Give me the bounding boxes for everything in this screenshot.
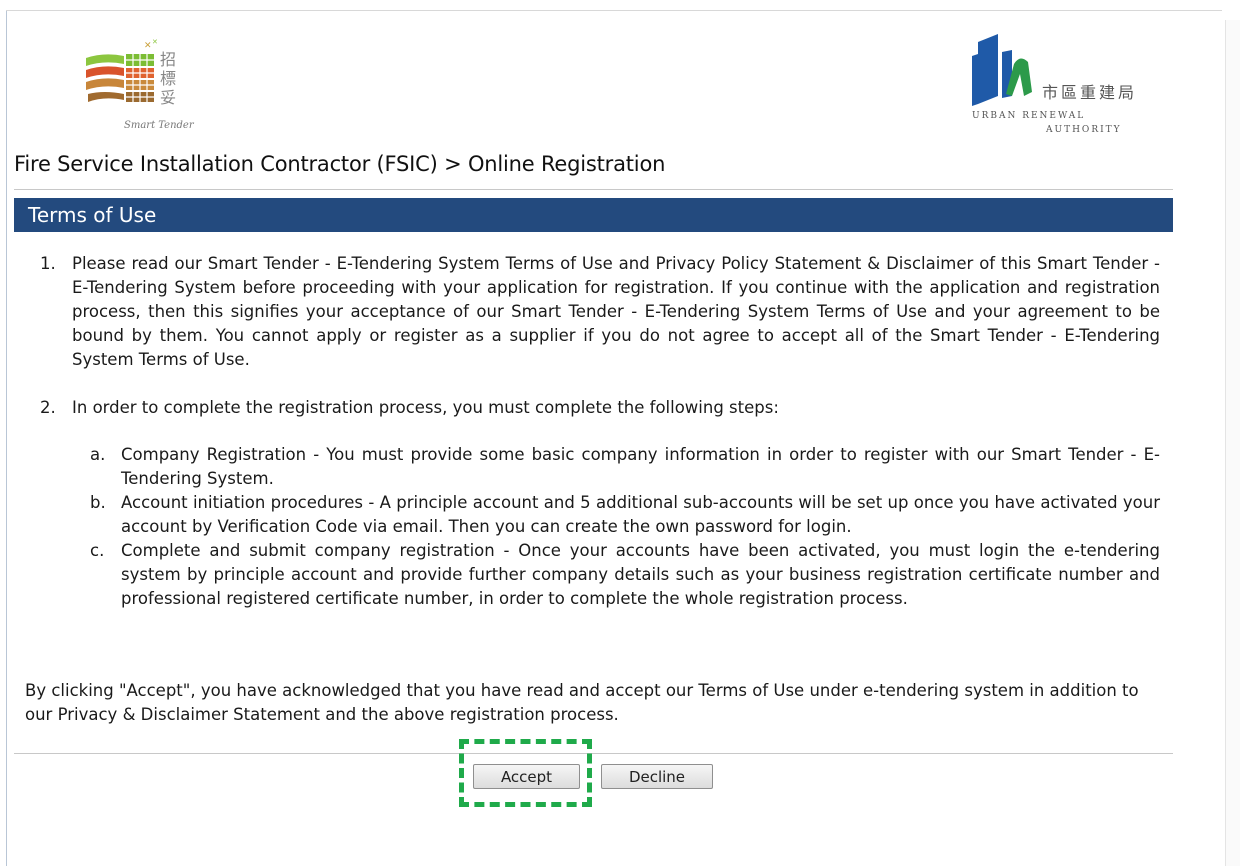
decline-button[interactable]: Decline — [601, 764, 713, 789]
step-letter: a. — [90, 445, 106, 464]
smart-tender-en: Smart Tender — [124, 120, 195, 131]
ura-cn: 市區重建局 — [1042, 83, 1137, 102]
window-top-border — [6, 10, 1222, 11]
bottom-divider — [14, 753, 1173, 754]
step-letter: c. — [90, 541, 105, 560]
terms-item-2: 2. In order to complete the registration… — [30, 396, 1160, 420]
terms-content: 1. Please read our Smart Tender - E-Tend… — [30, 252, 1160, 611]
title-divider — [14, 189, 1173, 190]
item-number: 1. — [40, 254, 56, 273]
terms-section-header: Terms of Use — [14, 198, 1173, 232]
svg-text:✕: ✕ — [144, 41, 152, 51]
terms-item-1: 1. Please read our Smart Tender - E-Tend… — [30, 252, 1160, 372]
step-b: b. Account initiation procedures - A pri… — [30, 491, 1160, 539]
smart-tender-cn-1: 招 — [160, 50, 176, 69]
svg-text:✕: ✕ — [152, 38, 158, 46]
ura-en-1: URBAN RENEWAL — [972, 111, 1085, 121]
step-c: c. Complete and submit company registrat… — [30, 539, 1160, 611]
item-text: In order to complete the registration pr… — [72, 398, 779, 417]
step-text: Complete and submit company registration… — [121, 541, 1160, 608]
page-title: Fire Service Installation Contractor (FS… — [14, 152, 666, 176]
section-title: Terms of Use — [28, 203, 157, 227]
smart-tender-cn-3: 妥 — [160, 88, 176, 107]
accept-highlight-box — [459, 739, 592, 807]
smart-tender-logo: ✕ ✕ 招 標 妥 Smart Tender — [86, 38, 195, 131]
ura-en-2: AUTHORITY — [1045, 125, 1122, 135]
step-text: Account initiation procedures - A princi… — [121, 493, 1160, 536]
step-letter: b. — [90, 493, 106, 512]
acknowledgement-text: By clicking "Accept", you have acknowled… — [25, 681, 1139, 724]
ura-logo: 市區重建局 URBAN RENEWAL AUTHORITY — [972, 34, 1137, 135]
window-left-border — [0, 10, 7, 866]
vertical-scrollbar[interactable] — [1225, 20, 1240, 866]
item-text: Please read our Smart Tender - E-Tenderi… — [72, 254, 1160, 369]
step-text: Company Registration - You must provide … — [121, 445, 1160, 488]
item-number: 2. — [40, 398, 56, 417]
step-a: a. Company Registration - You must provi… — [30, 443, 1160, 491]
smart-tender-cn-2: 標 — [160, 69, 176, 88]
